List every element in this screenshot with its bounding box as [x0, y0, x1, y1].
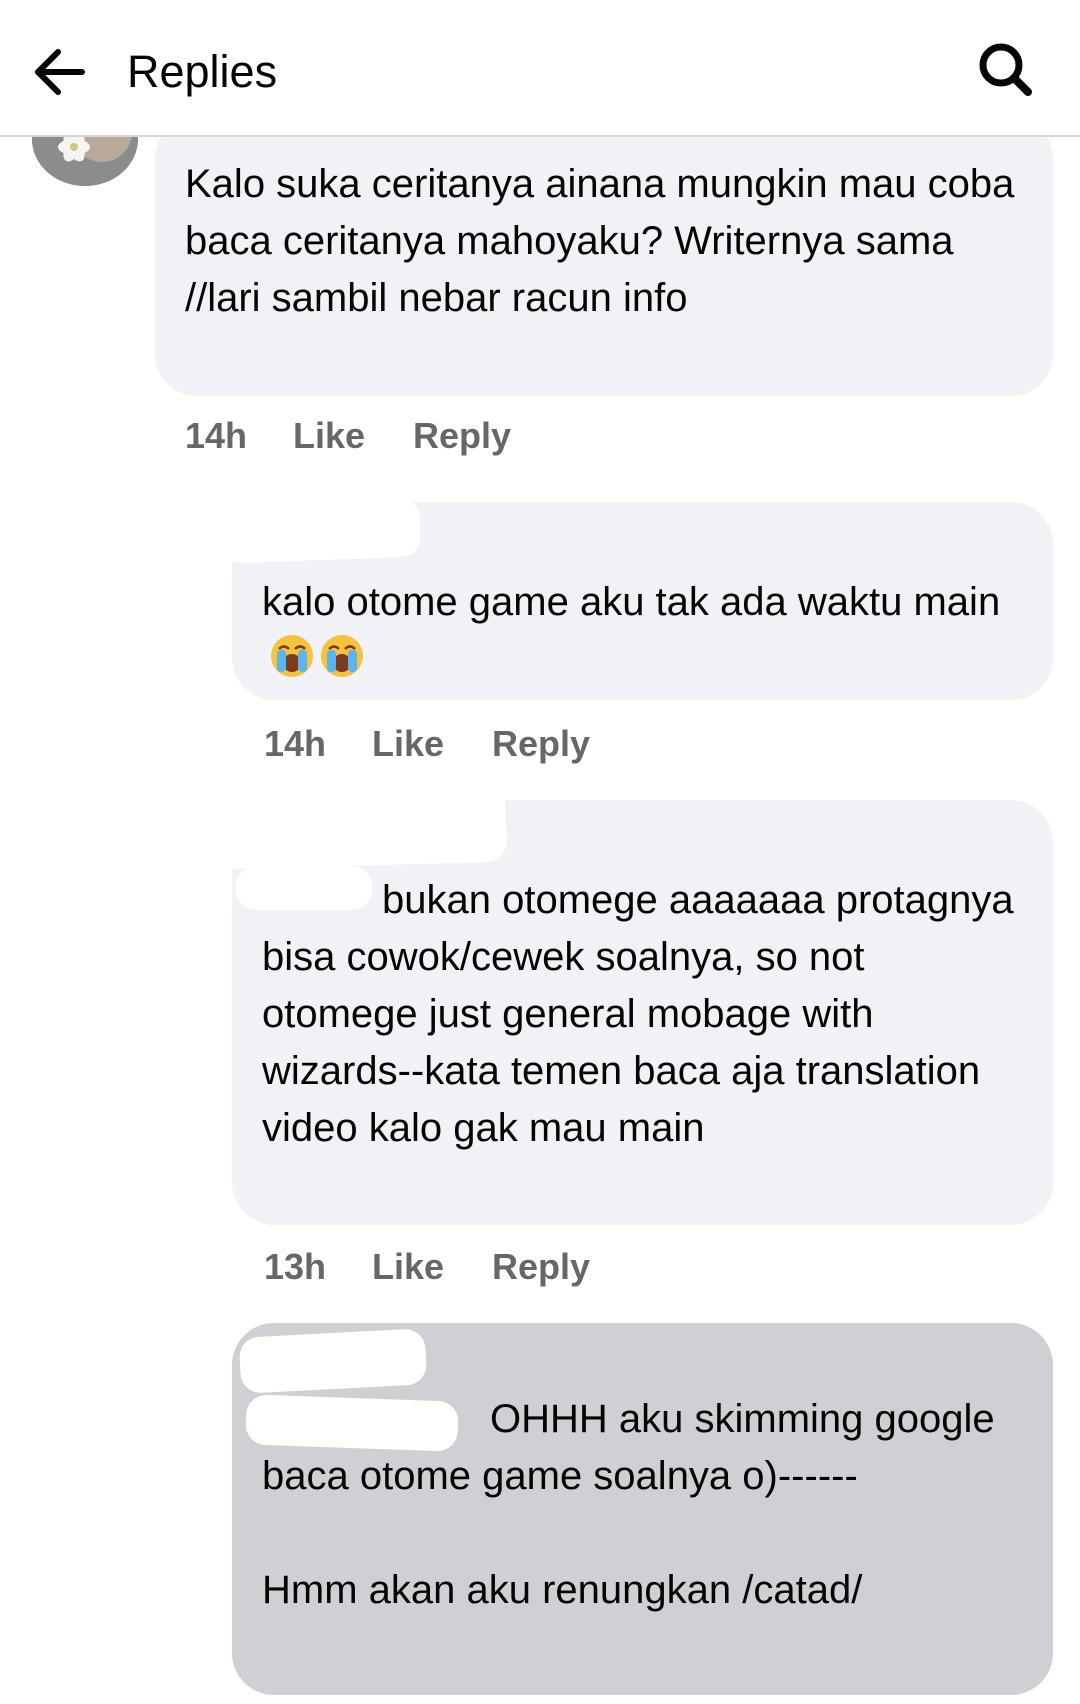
back-arrow-icon[interactable]	[30, 40, 94, 104]
redacted-name	[245, 1394, 459, 1452]
comment-actions: 14h Like Reply	[185, 414, 511, 458]
comment-timestamp: 13h	[264, 1246, 327, 1287]
comment-text: kalo otome game aku tak ada waktu main	[262, 574, 1023, 688]
replies-screen: Replies Kalo suka ceritanya ainana mungk…	[0, 0, 1080, 1704]
comment-text: Kalo suka ceritanya ainana mungkin mau c…	[185, 162, 1026, 320]
like-button[interactable]: Like	[372, 722, 492, 766]
comment-bubble[interactable]: Kalo suka ceritanya ainana mungkin mau c…	[155, 118, 1053, 396]
comment-actions: 14h Like Reply	[264, 722, 590, 766]
page-title: Replies	[127, 46, 278, 97]
redacted-name	[236, 866, 372, 910]
redacted-name	[219, 496, 421, 564]
comment-timestamp: 14h	[185, 415, 248, 456]
comment-timestamp: 14h	[264, 723, 327, 764]
reply-button[interactable]: Reply	[413, 414, 511, 458]
comment-text: ​bukan otomege aaaaaaa protagnya bisa co…	[262, 872, 1023, 1157]
search-icon[interactable]	[974, 38, 1038, 102]
like-button[interactable]: Like	[293, 414, 413, 458]
like-button[interactable]: Like	[372, 1245, 492, 1289]
reply-button[interactable]: Reply	[492, 1245, 590, 1289]
reply-button[interactable]: Reply	[492, 722, 590, 766]
comment-text-body: kalo otome game aku tak ada waktu main	[262, 580, 1001, 624]
top-app-bar: Replies	[0, 0, 1080, 137]
redacted-name	[175, 785, 507, 871]
comment-actions: 13h Like Reply	[264, 1245, 590, 1289]
loudly-crying-face-icon	[262, 635, 366, 681]
redacted-name	[238, 1328, 428, 1394]
